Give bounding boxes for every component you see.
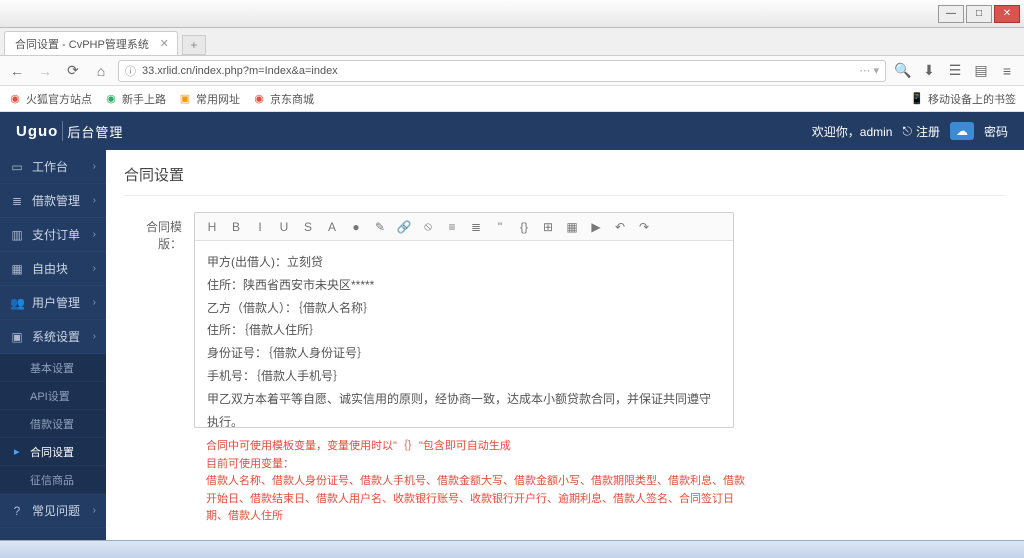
bookmark-item[interactable]: ▣常用网址 (178, 91, 240, 107)
toolbar-align-center-button[interactable]: ≣ (465, 217, 487, 237)
sidebar-item-dashboard[interactable]: ▭工作台› (0, 150, 106, 184)
cloud-button[interactable]: ☁ (950, 122, 974, 140)
toolbar-italic-button[interactable]: I (249, 217, 271, 237)
firefox-icon: ◉ (8, 92, 22, 106)
sidebar-sub-api[interactable]: API设置 (0, 382, 106, 410)
menu-icon[interactable]: ≡ (996, 60, 1018, 82)
gear-icon: ▣ (10, 330, 24, 344)
contract-template-label: 合同模版： (124, 212, 194, 428)
users-icon: 👥 (10, 296, 24, 310)
cloud-icon: ☁ (956, 124, 968, 138)
chevron-right-icon: › (93, 263, 96, 274)
sidebar-sub-basic[interactable]: 基本设置 (0, 354, 106, 382)
content-area: 合同设置 合同模版： HBIUSA●✎🔗⦸≡≣"{}⊞▦▶↶↷ 甲方(出借人)：… (106, 150, 1024, 540)
register-link[interactable]: ⎋注册 (902, 123, 940, 140)
external-icon: ⎋ (902, 124, 912, 139)
download-icon[interactable]: ⬇ (918, 60, 940, 82)
chevron-right-icon: › (93, 195, 96, 206)
window-maximize[interactable]: □ (966, 5, 992, 23)
mobile-bookmarks[interactable]: 📱移动设备上的书签 (910, 91, 1016, 107)
toolbar-quote-button[interactable]: " (489, 217, 511, 237)
sidebar-item-system[interactable]: ▣系统设置› (0, 320, 106, 354)
question-icon: ? (10, 504, 24, 518)
window-close[interactable]: ✕ (994, 5, 1020, 23)
brand-logo: Uguo 后台管理 (16, 121, 123, 141)
editor-line: 甲方(出借人)：立刻贷 (207, 251, 721, 274)
browser-tab[interactable]: 合同设置 - CvPHP管理系统 ✕ (4, 31, 178, 55)
sidebar: ▭工作台› ≣借款管理› ▥支付订单› ▦自由块› 👥用户管理› ▣系统设置› … (0, 150, 106, 540)
editor-line: 手机号：｛借款人手机号｝ (207, 365, 721, 388)
toolbar-unlink-button[interactable]: ⦸ (417, 217, 439, 237)
chevron-right-icon: › (93, 161, 96, 172)
url-input[interactable] (142, 65, 853, 77)
search-icon[interactable]: 🔍 (892, 60, 914, 82)
globe-icon: ◉ (104, 92, 118, 106)
bookmarks-icon[interactable]: ☰ (944, 60, 966, 82)
sidebar-item-payment[interactable]: ▥支付订单› (0, 218, 106, 252)
sidebar-toggle-icon[interactable]: ▤ (970, 60, 992, 82)
editor-line: 身份证号：｛借款人身份证号｝ (207, 342, 721, 365)
bookmark-item[interactable]: ◉京东商城 (252, 91, 314, 107)
monitor-icon: ▭ (10, 160, 24, 174)
toolbar-undo-button[interactable]: ↶ (609, 217, 631, 237)
chevron-right-icon: › (93, 229, 96, 240)
contract-editor: HBIUSA●✎🔗⦸≡≣"{}⊞▦▶↶↷ 甲方(出借人)：立刻贷住所：陕西省西安… (194, 212, 734, 428)
toolbar-align-left-button[interactable]: ≡ (441, 217, 463, 237)
window-minimize[interactable]: — (938, 5, 964, 23)
toolbar-edit-button[interactable]: ✎ (369, 217, 391, 237)
dropdown-icon[interactable]: ⋯ ▾ (859, 64, 879, 77)
editor-toolbar: HBIUSA●✎🔗⦸≡≣"{}⊞▦▶↶↷ (195, 213, 733, 241)
sidebar-item-freeblock[interactable]: ▦自由块› (0, 252, 106, 286)
list-icon: ≣ (10, 194, 24, 208)
new-tab-button[interactable]: + (182, 35, 206, 55)
sidebar-item-users[interactable]: 👥用户管理› (0, 286, 106, 320)
sidebar-sub-credit[interactable]: 征信商品 (0, 466, 106, 494)
card-icon: ▥ (10, 228, 24, 242)
toolbar-link-button[interactable]: 🔗 (393, 217, 415, 237)
contract-editor-body[interactable]: 甲方(出借人)：立刻贷住所：陕西省西安市未央区*****乙方（借款人）：｛借款人… (195, 241, 733, 427)
chevron-right-icon: › (93, 505, 96, 516)
toolbar-font-button[interactable]: A (321, 217, 343, 237)
os-taskbar[interactable] (0, 540, 1024, 558)
toolbar-bold-button[interactable]: B (225, 217, 247, 237)
toolbar-heading-button[interactable]: H (201, 217, 223, 237)
editor-line: 甲乙双方本着平等自愿、诚实信用的原则，经协商一致，达成本小额贷款合同，并保证共同… (207, 388, 721, 427)
toolbar-table-button[interactable]: ⊞ (537, 217, 559, 237)
toolbar-strike-button[interactable]: S (297, 217, 319, 237)
welcome-text: 欢迎你，admin (812, 123, 893, 140)
sidebar-sub-loan[interactable]: 借款设置 (0, 410, 106, 438)
chevron-right-icon: › (93, 297, 96, 308)
sidebar-item-loan[interactable]: ≣借款管理› (0, 184, 106, 218)
chevron-down-icon: › (93, 331, 96, 342)
sidebar-item-faq[interactable]: ?常见问题› (0, 494, 106, 528)
password-link[interactable]: 密码 (984, 123, 1008, 140)
mobile-icon: 📱 (910, 92, 924, 105)
editor-line: 住所：｛借款人住所｝ (207, 319, 721, 342)
reload-icon[interactable]: ⟳ (62, 60, 84, 82)
toolbar-code-button[interactable]: {} (513, 217, 535, 237)
folder-icon: ▣ (178, 92, 192, 106)
toolbar-redo-button[interactable]: ↷ (633, 217, 655, 237)
editor-line: 乙方（借款人）：｛借款人名称｝ (207, 297, 721, 320)
forward-icon[interactable]: → (34, 60, 56, 82)
bookmark-item[interactable]: ◉火狐官方站点 (8, 91, 92, 107)
close-tab-icon[interactable]: ✕ (160, 37, 169, 50)
sidebar-sub-contract[interactable]: 合同设置 (0, 438, 106, 466)
page-title: 合同设置 (124, 164, 1006, 196)
editor-line: 住所：陕西省西安市未央区***** (207, 274, 721, 297)
template-help-text: 合同中可使用模板变量，变量使用时以"｛｝"包含即可自动生成 目前可使用变量： 借… (206, 438, 746, 526)
toolbar-image-button[interactable]: ▦ (561, 217, 583, 237)
toolbar-video-button[interactable]: ▶ (585, 217, 607, 237)
url-bar[interactable]: ⓘ ⋯ ▾ (118, 60, 886, 82)
toolbar-color-button[interactable]: ● (345, 217, 367, 237)
grid-icon: ▦ (10, 262, 24, 276)
jd-icon: ◉ (252, 92, 266, 106)
bookmark-item[interactable]: ◉新手上路 (104, 91, 166, 107)
toolbar-underline-button[interactable]: U (273, 217, 295, 237)
info-icon: ⓘ (125, 63, 136, 79)
tab-title: 合同设置 - CvPHP管理系统 (15, 36, 149, 52)
home-icon[interactable]: ⌂ (90, 60, 112, 82)
back-icon[interactable]: ← (6, 60, 28, 82)
